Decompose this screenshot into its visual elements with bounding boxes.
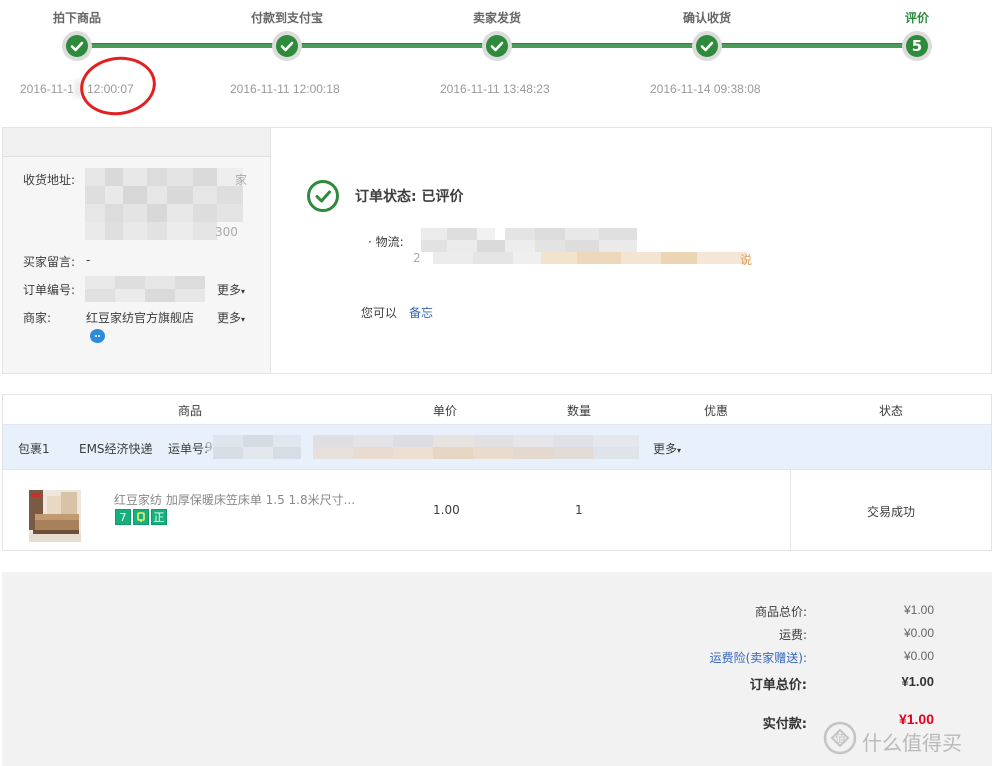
more-label: 更多 (217, 311, 242, 325)
step-node-2 (272, 31, 302, 61)
step-label-review: 评价 (904, 11, 929, 25)
col-header-status: 状态 (879, 404, 904, 418)
logistics-partial-suffix: 说 (740, 253, 753, 267)
package-name: 包裹1 (18, 442, 50, 456)
step-time-shipped: 2016-11-11 13:48:23 (440, 82, 550, 96)
address-partial-zip: 300 (215, 225, 238, 239)
goods-total-label: 商品总价: (754, 605, 807, 619)
address-partial: 家 (235, 173, 248, 187)
step-label-pay: 付款到支付宝 (250, 11, 323, 25)
product-title[interactable]: 红豆家纺 加厚保暖床笠床单 1.5 1.8米尺寸... (114, 491, 355, 508)
buyer-message-value: - (86, 253, 91, 267)
check-icon (696, 35, 718, 57)
insurance-link[interactable]: 运费险(卖家赠送): (710, 649, 807, 666)
order-info-panel: 收货地址: 家 300 买家留言: - 订单编号: 更多▾ 商家: 红豆家纺官方… (2, 127, 992, 374)
seller-name[interactable]: 红豆家纺官方旗舰店 (86, 309, 194, 326)
step-node-3 (482, 31, 512, 61)
step-node-4 (692, 31, 722, 61)
goods-table: 商品 单价 数量 优惠 状态 包裹1 EMS经济快递 运单号: 9 更多▾ 红豆… (2, 394, 992, 551)
product-thumbnail[interactable] (29, 490, 81, 542)
step-label-shipped: 卖家发货 (472, 11, 521, 25)
step-node-1 (62, 31, 92, 61)
genuine-badge: 正 (151, 509, 167, 525)
order-total-value: ¥1.00 (901, 674, 934, 689)
actions-label: 您可以 (361, 306, 398, 320)
svg-text:值: 值 (835, 732, 846, 745)
step-label-place-order: 拍下商品 (52, 11, 101, 25)
red-circle-annotation (76, 51, 160, 121)
buyer-message-label: 买家留言: (23, 255, 76, 269)
col-header-discount: 优惠 (704, 404, 729, 418)
tracking-partial: 9 (205, 440, 213, 454)
guarantee-badge (133, 509, 149, 525)
unit-price: 1.00 (433, 503, 460, 517)
shipping-value: ¥0.00 (903, 626, 934, 640)
more-label: 更多 (217, 283, 242, 297)
status-check-icon (307, 180, 339, 212)
tracking-label: 运单号: (168, 442, 209, 456)
step-label-confirm: 确认收货 (682, 11, 731, 25)
pixelated-logistics (421, 228, 751, 264)
shipping-label: 运费: (778, 628, 807, 642)
order-number-more-link[interactable]: 更多▾ (217, 281, 245, 298)
caret-down-icon: ▾ (241, 287, 246, 296)
check-icon (66, 35, 88, 57)
caret-down-icon: ▾ (241, 315, 246, 324)
remark-link[interactable]: 备忘 (409, 304, 433, 321)
step-time-place-order: 2016-11-1 (20, 82, 74, 96)
seller-label: 商家: (23, 311, 52, 325)
pixelated-tracking (213, 435, 639, 459)
quantity: 1 (575, 503, 583, 517)
status-cell: 交易成功 (790, 470, 991, 550)
col-header-unit-price: 单价 (433, 404, 458, 418)
address-label: 收货地址: (23, 173, 76, 187)
package-more-link[interactable]: 更多▾ (653, 440, 681, 457)
col-header-quantity: 数量 (567, 404, 592, 418)
watermark-text: 什么值得买 (862, 731, 962, 755)
paid-label: 实付款: (762, 717, 807, 732)
order-status-title: 订单状态: 已评价 (355, 189, 464, 205)
step-node-5: 5 (902, 31, 932, 61)
caret-down-icon: ▾ (677, 446, 682, 455)
order-detail-header (3, 128, 270, 157)
chat-bubble-icon[interactable] (90, 329, 105, 343)
order-number-label: 订单编号: (23, 283, 76, 297)
carrier-name: EMS经济快递 (79, 442, 153, 456)
package-bar: 包裹1 EMS经济快递 运单号: 9 更多▾ (3, 424, 991, 470)
step-time-pay: 2016-11-11 12:00:18 (230, 82, 340, 96)
step-time-confirm: 2016-11-14 09:38:08 (650, 82, 761, 96)
logistics-partial-prefix: 2 (413, 251, 421, 265)
seven-day-return-badge: 7 (115, 509, 131, 525)
order-total-label: 订单总价: (749, 678, 807, 693)
insurance-value: ¥0.00 (903, 649, 934, 663)
watermark-logo-icon: 值 (823, 721, 857, 755)
check-icon (276, 35, 298, 57)
pixelated-order-number (85, 276, 205, 302)
trade-status: 交易成功 (867, 505, 916, 519)
order-progress: 拍下商品 付款到支付宝 卖家发货 确认收货 评价 5 2016-11-1 12:… (0, 0, 994, 128)
col-header-product: 商品 (178, 404, 203, 418)
goods-total-value: ¥1.00 (903, 603, 934, 617)
check-icon (486, 35, 508, 57)
step-number: 5 (906, 35, 928, 57)
order-detail-sidebar: 收货地址: 家 300 买家留言: - 订单编号: 更多▾ 商家: 红豆家纺官方… (3, 128, 271, 373)
logistics-label: · 物流: (368, 235, 404, 249)
more-label: 更多 (653, 442, 678, 456)
paid-value: ¥1.00 (898, 711, 934, 727)
seller-more-link[interactable]: 更多▾ (217, 309, 245, 326)
